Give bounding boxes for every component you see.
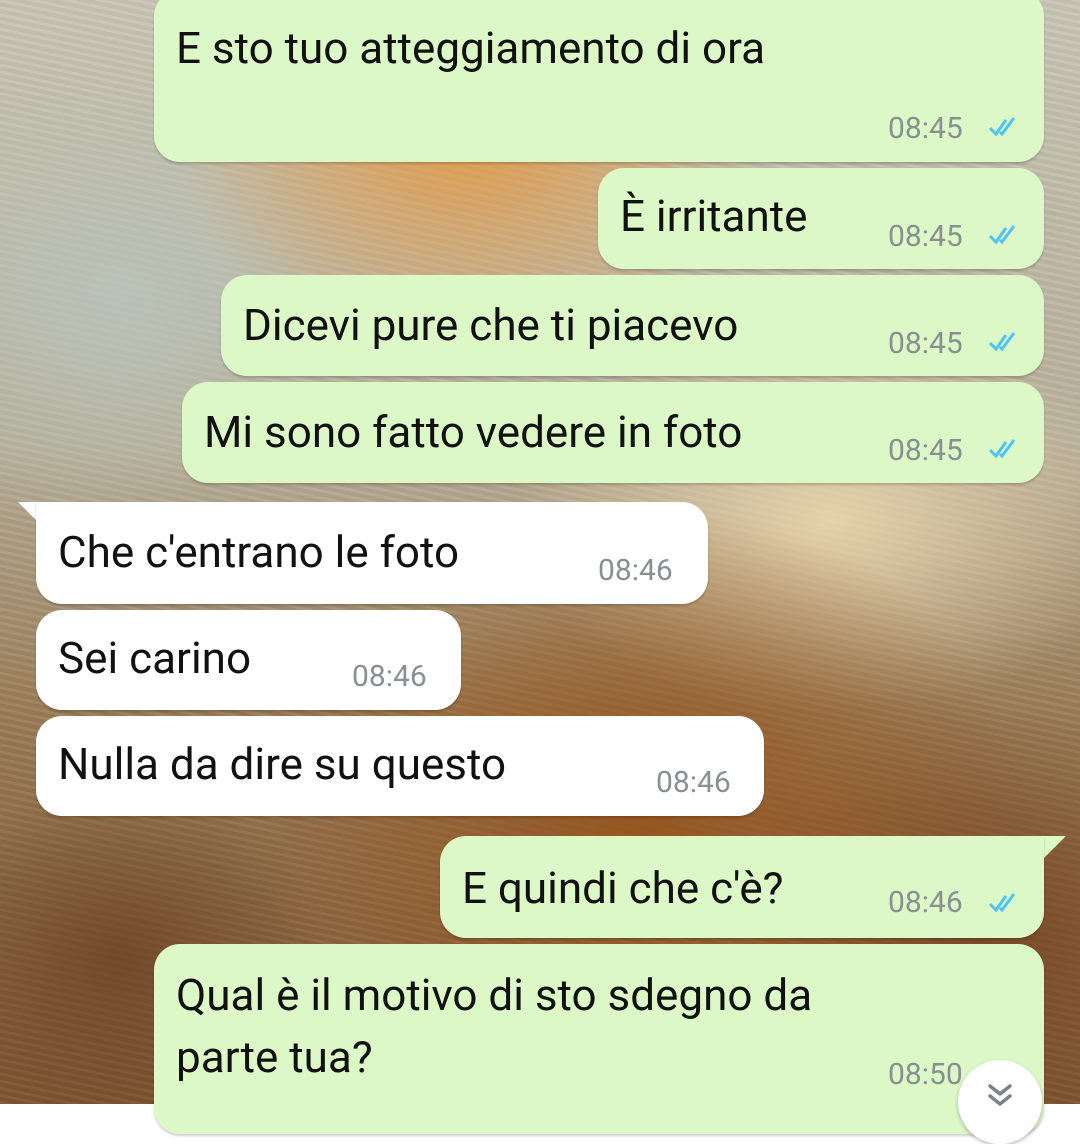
double-check-read-icon xyxy=(988,225,1016,245)
message-text: E sto tuo atteggiamento di ora xyxy=(176,22,766,74)
message-text: Sei carino xyxy=(58,632,252,684)
message-text: Qual è il motivo di sto sdegno da parte … xyxy=(176,969,813,1083)
double-check-read-icon xyxy=(988,117,1016,137)
message-time: 08:45 xyxy=(888,326,963,361)
message-time: 08:46 xyxy=(888,885,963,920)
message-text: Che c'entrano le foto xyxy=(58,526,460,578)
message-text: E quindi che c'è? xyxy=(462,862,784,914)
double-check-read-icon xyxy=(988,439,1016,459)
message-bubble-outgoing[interactable]: Mi sono fatto vedere in foto 08:45 xyxy=(182,382,1044,483)
message-bubble-incoming[interactable]: Che c'entrano le foto 08:46 xyxy=(36,502,708,604)
message-bubble-outgoing[interactable]: Dicevi pure che ti piacevo 08:45 xyxy=(221,275,1044,376)
message-time: 08:45 xyxy=(888,219,963,254)
double-chevron-down-icon xyxy=(988,1084,1012,1106)
message-text: È irritante xyxy=(620,190,808,242)
message-time: 08:46 xyxy=(598,553,673,588)
message-bubble-incoming[interactable]: Nulla da dire su questo 08:46 xyxy=(36,716,764,816)
double-check-read-icon xyxy=(988,893,1016,913)
message-text: Dicevi pure che ti piacevo xyxy=(243,299,739,351)
message-bubble-outgoing[interactable]: E sto tuo atteggiamento di ora 08:45 xyxy=(154,0,1044,162)
message-text: Mi sono fatto vedere in foto xyxy=(204,406,743,458)
message-text: Nulla da dire su questo xyxy=(58,738,507,790)
message-bubble-incoming[interactable]: Sei carino 08:46 xyxy=(36,610,461,710)
message-time: 08:45 xyxy=(888,111,963,146)
scroll-to-bottom-button[interactable] xyxy=(958,1060,1042,1144)
message-time: 08:45 xyxy=(888,433,963,468)
message-bubble-outgoing[interactable]: È irritante 08:45 xyxy=(598,168,1044,269)
message-bubble-outgoing[interactable]: E quindi che c'è? 08:46 xyxy=(440,836,1044,938)
message-time: 08:46 xyxy=(352,659,427,694)
bubble-tail xyxy=(1044,836,1066,858)
double-check-read-icon xyxy=(988,332,1016,352)
message-time: 08:50 xyxy=(888,1057,963,1092)
message-bubble-outgoing[interactable]: Qual è il motivo di sto sdegno da parte … xyxy=(154,944,1044,1134)
message-time: 08:46 xyxy=(656,765,731,800)
